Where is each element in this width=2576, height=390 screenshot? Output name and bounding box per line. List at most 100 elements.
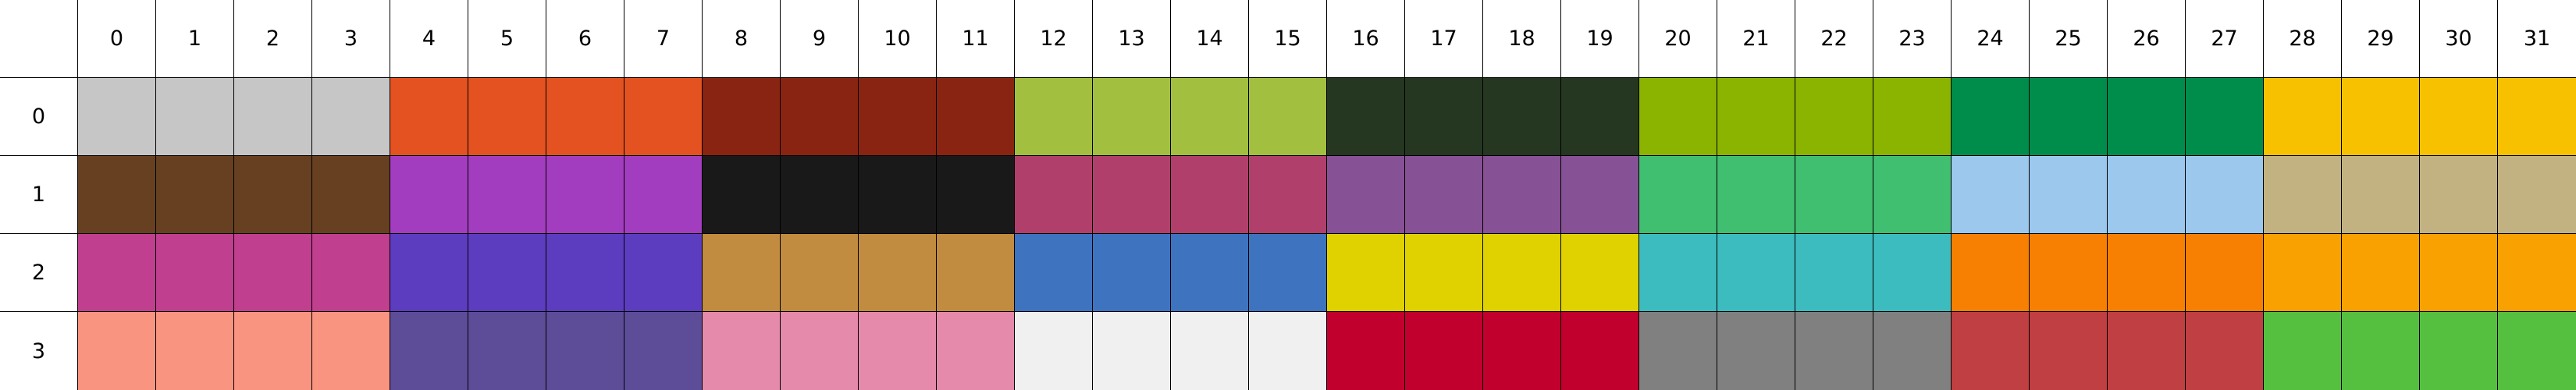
color-swatch[interactable]	[1483, 234, 1561, 312]
color-swatch[interactable]	[781, 234, 859, 312]
color-swatch[interactable]	[1717, 234, 1795, 312]
color-swatch[interactable]	[2186, 156, 2264, 234]
color-swatch[interactable]	[2420, 234, 2498, 312]
color-swatch[interactable]	[468, 156, 546, 234]
color-swatch[interactable]	[1249, 78, 1327, 156]
color-swatch[interactable]	[1639, 234, 1717, 312]
color-swatch[interactable]	[2108, 312, 2186, 390]
color-swatch[interactable]	[624, 156, 703, 234]
color-swatch[interactable]	[781, 312, 859, 390]
color-swatch[interactable]	[1795, 234, 1873, 312]
color-swatch[interactable]	[1171, 78, 1249, 156]
color-swatch[interactable]	[2108, 78, 2186, 156]
color-swatch[interactable]	[2264, 156, 2342, 234]
color-swatch[interactable]	[1327, 78, 1405, 156]
color-swatch[interactable]	[1483, 156, 1561, 234]
color-swatch[interactable]	[624, 78, 703, 156]
color-swatch[interactable]	[1952, 312, 2030, 390]
color-swatch[interactable]	[937, 156, 1015, 234]
color-swatch[interactable]	[1795, 156, 1873, 234]
color-swatch[interactable]	[1873, 234, 1952, 312]
color-swatch[interactable]	[312, 78, 390, 156]
color-swatch[interactable]	[1952, 234, 2030, 312]
color-swatch[interactable]	[2498, 234, 2576, 312]
color-swatch[interactable]	[2186, 78, 2264, 156]
color-swatch[interactable]	[2420, 78, 2498, 156]
color-swatch[interactable]	[1093, 156, 1171, 234]
color-swatch[interactable]	[937, 312, 1015, 390]
color-swatch[interactable]	[1015, 312, 1093, 390]
color-swatch[interactable]	[1093, 78, 1171, 156]
color-swatch[interactable]	[2030, 78, 2108, 156]
color-swatch[interactable]	[156, 156, 234, 234]
color-swatch[interactable]	[2264, 234, 2342, 312]
color-swatch[interactable]	[78, 156, 156, 234]
color-swatch[interactable]	[781, 78, 859, 156]
color-swatch[interactable]	[390, 156, 468, 234]
color-swatch[interactable]	[1327, 156, 1405, 234]
color-swatch[interactable]	[546, 78, 624, 156]
color-swatch[interactable]	[1249, 312, 1327, 390]
color-swatch[interactable]	[1483, 78, 1561, 156]
color-swatch[interactable]	[1327, 234, 1405, 312]
color-swatch[interactable]	[2342, 312, 2420, 390]
color-swatch[interactable]	[1561, 234, 1639, 312]
color-swatch[interactable]	[1795, 312, 1873, 390]
color-swatch[interactable]	[1561, 156, 1639, 234]
color-swatch[interactable]	[1249, 234, 1327, 312]
color-swatch[interactable]	[1171, 312, 1249, 390]
color-swatch[interactable]	[1483, 312, 1561, 390]
color-swatch[interactable]	[1952, 78, 2030, 156]
color-swatch[interactable]	[1249, 156, 1327, 234]
color-swatch[interactable]	[1717, 156, 1795, 234]
color-swatch[interactable]	[2264, 78, 2342, 156]
color-swatch[interactable]	[390, 312, 468, 390]
color-swatch[interactable]	[78, 312, 156, 390]
color-swatch[interactable]	[1405, 312, 1483, 390]
color-swatch[interactable]	[1561, 78, 1639, 156]
color-swatch[interactable]	[703, 234, 781, 312]
color-swatch[interactable]	[1405, 234, 1483, 312]
color-swatch[interactable]	[1639, 78, 1717, 156]
color-swatch[interactable]	[1639, 312, 1717, 390]
color-swatch[interactable]	[312, 156, 390, 234]
color-swatch[interactable]	[2342, 156, 2420, 234]
color-swatch[interactable]	[2498, 312, 2576, 390]
color-swatch[interactable]	[1561, 312, 1639, 390]
color-swatch[interactable]	[546, 312, 624, 390]
color-swatch[interactable]	[1717, 78, 1795, 156]
color-swatch[interactable]	[1015, 234, 1093, 312]
color-swatch[interactable]	[859, 234, 937, 312]
color-swatch[interactable]	[2264, 312, 2342, 390]
color-swatch[interactable]	[1717, 312, 1795, 390]
color-swatch[interactable]	[546, 234, 624, 312]
color-swatch[interactable]	[390, 78, 468, 156]
color-swatch[interactable]	[2030, 156, 2108, 234]
color-swatch[interactable]	[1873, 312, 1952, 390]
color-swatch[interactable]	[1952, 156, 2030, 234]
color-swatch[interactable]	[468, 234, 546, 312]
color-swatch[interactable]	[624, 234, 703, 312]
color-swatch[interactable]	[624, 312, 703, 390]
color-swatch[interactable]	[2030, 234, 2108, 312]
color-swatch[interactable]	[2108, 234, 2186, 312]
color-swatch[interactable]	[312, 312, 390, 390]
color-swatch[interactable]	[312, 234, 390, 312]
color-swatch[interactable]	[859, 312, 937, 390]
color-swatch[interactable]	[156, 312, 234, 390]
color-swatch[interactable]	[156, 234, 234, 312]
color-swatch[interactable]	[1873, 78, 1952, 156]
color-swatch[interactable]	[546, 156, 624, 234]
color-swatch[interactable]	[703, 312, 781, 390]
color-swatch[interactable]	[937, 78, 1015, 156]
color-swatch[interactable]	[468, 78, 546, 156]
color-swatch[interactable]	[234, 78, 312, 156]
color-swatch[interactable]	[2186, 234, 2264, 312]
color-swatch[interactable]	[468, 312, 546, 390]
color-swatch[interactable]	[1795, 78, 1873, 156]
color-swatch[interactable]	[234, 234, 312, 312]
color-swatch[interactable]	[234, 156, 312, 234]
color-swatch[interactable]	[78, 234, 156, 312]
color-swatch[interactable]	[2420, 312, 2498, 390]
color-swatch[interactable]	[78, 78, 156, 156]
